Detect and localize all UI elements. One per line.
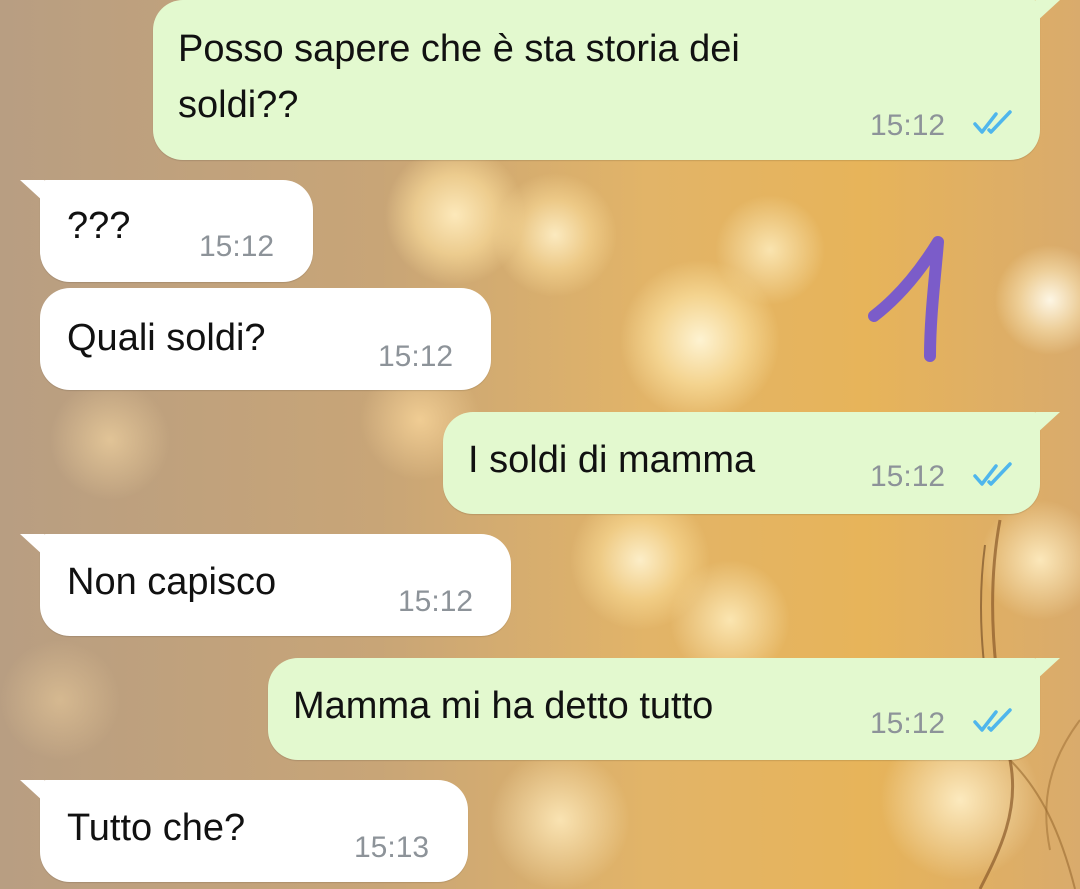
- message-text: I soldi di mamma: [468, 439, 756, 481]
- bubble-tail: [1036, 412, 1060, 434]
- double-check-read-icon: [973, 110, 1012, 134]
- message-text: Quali soldi?: [67, 317, 266, 359]
- bubble-tail: [20, 534, 44, 556]
- double-check-read-icon: [973, 708, 1012, 732]
- message-time: 15:12: [378, 340, 454, 373]
- message-time: 15:12: [870, 707, 946, 740]
- handwritten-annotation-number: [868, 236, 944, 362]
- message-text: Tutto che?: [67, 807, 246, 849]
- double-check-read-icon: [973, 462, 1012, 486]
- message-text: Posso sapere che è sta storia dei soldi?…: [178, 28, 740, 126]
- message-text: Non capisco: [67, 561, 277, 603]
- message-time: 15:13: [354, 831, 430, 864]
- message-text: ???: [67, 205, 131, 247]
- bubble-tail: [20, 780, 44, 802]
- message-time: 15:12: [199, 230, 275, 263]
- bubble-tail: [1036, 658, 1060, 680]
- message-time: 15:12: [870, 109, 946, 142]
- message-text: Mamma mi ha detto tutto: [293, 685, 714, 727]
- message-time: 15:12: [398, 585, 474, 618]
- bubble-tail: [20, 180, 44, 202]
- bubble-tail: [1036, 0, 1060, 22]
- message-time: 15:12: [870, 460, 946, 493]
